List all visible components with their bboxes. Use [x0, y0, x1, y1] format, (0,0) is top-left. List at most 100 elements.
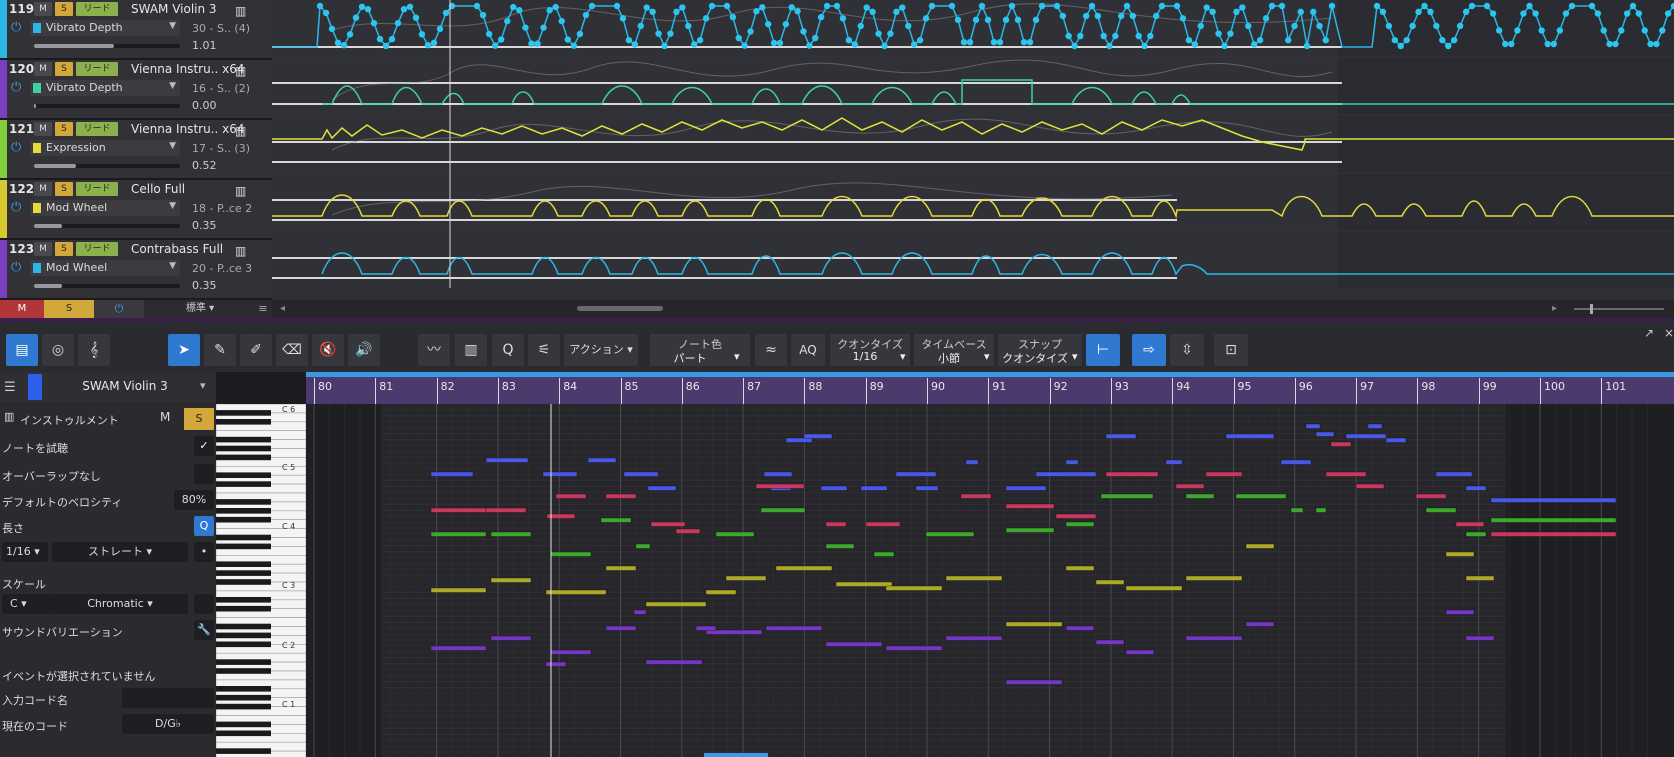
automation-point[interactable] — [776, 39, 784, 47]
note-blue[interactable] — [587, 457, 617, 463]
note-blue[interactable] — [820, 485, 848, 491]
length-value-select[interactable]: 1/16 ▾ — [2, 542, 48, 562]
automation-point[interactable] — [1538, 27, 1545, 34]
menu-icon[interactable]: ☰ — [4, 380, 16, 395]
black-key[interactable] — [216, 686, 271, 692]
note-yellow[interactable] — [605, 565, 637, 571]
automation-point[interactable] — [788, 4, 795, 11]
power-icon[interactable]: ⏻ — [11, 20, 21, 35]
length-quantize-link-button[interactable]: Q — [194, 516, 214, 536]
automation-point[interactable] — [1659, 27, 1666, 34]
automation-point[interactable] — [741, 42, 748, 49]
automation-point[interactable] — [1664, 10, 1672, 17]
arrange-automation-view[interactable] — [272, 0, 1674, 300]
automation-point[interactable] — [1439, 36, 1446, 44]
automation-point[interactable] — [1415, 8, 1422, 16]
automation-point[interactable] — [696, 36, 704, 44]
track-solo-button[interactable]: S — [55, 182, 73, 196]
automation-point[interactable] — [806, 42, 813, 49]
keyboard-icon[interactable]: ▥ — [235, 244, 246, 258]
automation-point[interactable] — [1094, 12, 1102, 20]
note-green[interactable] — [1315, 507, 1327, 513]
automation-point[interactable] — [759, 4, 766, 11]
piano-keyboard[interactable]: C 6 C 5 C 4 C 3 C 2 C 1 — [216, 404, 306, 757]
paint-tool-button[interactable]: ✐ — [240, 334, 272, 366]
automation-point[interactable] — [702, 15, 710, 22]
black-key[interactable] — [216, 516, 271, 523]
note-blue[interactable] — [623, 471, 659, 477]
automation-point[interactable] — [1391, 36, 1399, 44]
automation-point[interactable] — [1215, 30, 1222, 37]
note-blue[interactable] — [803, 433, 833, 439]
note-yellow[interactable] — [725, 575, 767, 581]
automation-point[interactable] — [817, 13, 825, 21]
note-red[interactable] — [675, 528, 701, 534]
note-red[interactable] — [1355, 483, 1385, 489]
automation-point[interactable] — [910, 41, 918, 48]
action-menu-button[interactable]: アクション ▾ — [564, 334, 638, 366]
note-yellow[interactable] — [1095, 579, 1125, 585]
automation-point[interactable] — [1562, 10, 1570, 17]
expand-icon[interactable]: ↗ — [1644, 326, 1654, 340]
automation-point[interactable] — [1322, 36, 1329, 44]
global-solo-button[interactable]: S — [44, 300, 94, 318]
automation-point[interactable] — [1285, 36, 1292, 44]
automation-point[interactable] — [1450, 36, 1458, 44]
automation-point[interactable] — [1129, 12, 1137, 20]
automation-point[interactable] — [1556, 27, 1564, 34]
black-key[interactable] — [216, 419, 271, 425]
loop-range-bar[interactable] — [306, 372, 1674, 377]
parameter-value-slider[interactable] — [34, 104, 180, 108]
automation-point[interactable] — [679, 4, 686, 11]
automation-point[interactable] — [655, 30, 662, 37]
automation-point[interactable] — [1468, 2, 1476, 10]
automation-point[interactable] — [1245, 22, 1252, 30]
automation-point[interactable] — [643, 4, 650, 11]
note-purple[interactable] — [430, 645, 487, 651]
automation-point[interactable] — [1310, 8, 1317, 16]
automation-point[interactable] — [922, 15, 930, 22]
note-yellow[interactable] — [1445, 551, 1475, 557]
automation-point[interactable] — [491, 42, 499, 49]
automation-point[interactable] — [661, 42, 668, 50]
zoom-slider-handle[interactable] — [1590, 304, 1593, 314]
timebase-select[interactable]: タイムベース 小節 ▾ — [914, 334, 994, 366]
input-chord-field[interactable] — [122, 688, 214, 708]
note-red[interactable] — [605, 493, 637, 499]
automation-point[interactable] — [1653, 40, 1660, 48]
automation-point[interactable] — [1135, 32, 1142, 40]
audition-checkbox[interactable]: ✓ — [194, 436, 214, 456]
note-blue[interactable] — [485, 457, 529, 463]
automation-point[interactable] — [1185, 36, 1193, 44]
note-green[interactable] — [1185, 493, 1215, 499]
note-green[interactable] — [600, 517, 632, 523]
automation-point[interactable] — [1112, 32, 1119, 40]
scale-extra-button[interactable] — [194, 594, 214, 614]
automation-point[interactable] — [800, 28, 807, 35]
note-blue[interactable] — [1225, 433, 1275, 439]
note-green[interactable] — [825, 543, 855, 549]
note-green[interactable] — [760, 507, 806, 513]
keyboard-button[interactable]: ▥ — [455, 334, 487, 366]
note-blue[interactable] — [430, 471, 474, 477]
note-purple[interactable] — [825, 641, 883, 647]
automation-point[interactable] — [1158, 2, 1166, 10]
automation-point[interactable] — [582, 11, 590, 19]
black-key[interactable] — [216, 410, 271, 416]
automation-point[interactable] — [916, 36, 924, 44]
track-name[interactable]: Vienna Instru.. x64 — [131, 62, 245, 76]
note-purple[interactable] — [1245, 621, 1275, 627]
note-yellow[interactable] — [430, 587, 487, 593]
automation-point[interactable] — [1191, 41, 1199, 48]
track-height-select[interactable]: 標準 ▾ — [150, 300, 250, 318]
automation-point[interactable] — [1544, 40, 1551, 48]
aq-button[interactable]: AQ — [791, 334, 825, 366]
automation-point[interactable] — [823, 2, 831, 10]
automation-point[interactable] — [334, 39, 342, 47]
automation-point[interactable] — [442, 9, 450, 17]
track-solo-button[interactable]: S — [55, 2, 73, 16]
automation-point[interactable] — [869, 8, 876, 16]
automation-point[interactable] — [1141, 42, 1148, 50]
automation-point[interactable] — [1014, 16, 1022, 24]
automation-point[interactable] — [1606, 40, 1613, 48]
